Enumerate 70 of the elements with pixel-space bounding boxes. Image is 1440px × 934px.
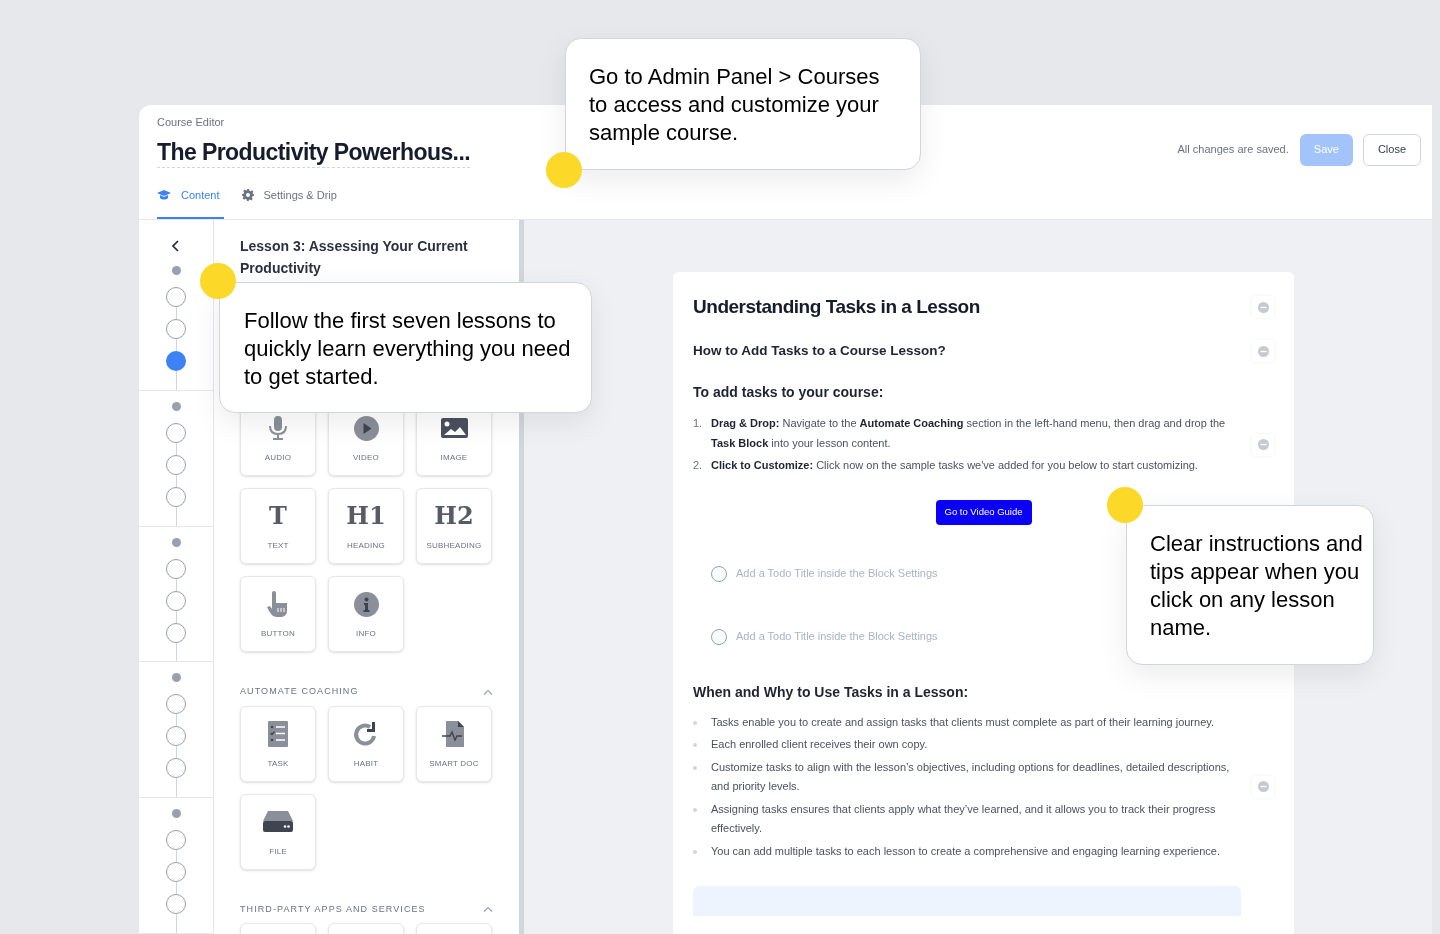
lesson-node[interactable] bbox=[166, 862, 186, 883]
settings-icon bbox=[241, 189, 254, 201]
save-status: All changes are saved. bbox=[1177, 142, 1289, 158]
video-guide-button[interactable]: Go to Video Guide bbox=[935, 499, 1032, 525]
callout-text: Follow the first seven lessons to quickly learn everything you need to get started. bbox=[244, 307, 572, 391]
block-tile[interactable]: H1 HEADING bbox=[328, 488, 404, 564]
section-heading: AUTOMATE COACHING bbox=[240, 685, 359, 698]
todo-checkbox[interactable] bbox=[711, 565, 727, 582]
checklist-icon bbox=[268, 720, 288, 747]
play-icon bbox=[353, 415, 379, 441]
microphone-icon bbox=[268, 416, 288, 440]
tab[interactable]: Content bbox=[157, 173, 224, 219]
circular-arrow-icon bbox=[353, 720, 379, 747]
block-tile[interactable]: H2 SUBHEADING bbox=[416, 488, 492, 564]
lesson-node[interactable] bbox=[166, 286, 186, 307]
todo-title: Add a Todo Title inside the Block Settings bbox=[736, 566, 938, 582]
info-icon bbox=[353, 591, 379, 617]
collapse-chevron-icon[interactable] bbox=[483, 906, 493, 913]
graduation-cap-icon bbox=[157, 190, 171, 200]
lesson-subheading: How to Add Tasks to a Course Lesson? bbox=[693, 341, 946, 360]
lesson-node[interactable] bbox=[166, 894, 186, 915]
lesson-node[interactable] bbox=[166, 318, 186, 339]
list-item-text: Click to Customize: Click now on the sample tasks we've added for you below to start customizing. bbox=[711, 458, 1198, 473]
list-item-text: Assigning tasks ensures that clients apply what they’ve learned, and it allows you to track their progress effectively. bbox=[711, 801, 1217, 836]
lesson-node[interactable] bbox=[166, 350, 186, 371]
lesson-node[interactable] bbox=[166, 726, 186, 747]
list-item-text: You can add multiple tasks to each lesson to create a comprehensive and engaging learning experience. bbox=[711, 843, 1220, 859]
lesson-node[interactable] bbox=[166, 694, 186, 715]
block-glyph-icon: H2 bbox=[434, 504, 474, 528]
callout-text: Clear instructions and tips appear when you click on any lesson name. bbox=[1150, 530, 1364, 642]
block-glyph-icon: H1 bbox=[346, 504, 386, 528]
list-item-text: Customize tasks to align with the lesson’s objectives, including options for deadlines, detailed descriptions, and priority levels. bbox=[711, 759, 1231, 794]
block-tile[interactable]: HABIT bbox=[328, 705, 404, 782]
section-heading: THIRD-PARTY APPS AND SERVICES bbox=[240, 902, 426, 916]
image-icon bbox=[440, 418, 468, 438]
collapse-chevron-icon[interactable] bbox=[483, 688, 493, 695]
lesson-node[interactable] bbox=[166, 590, 186, 611]
list-number: 1. bbox=[693, 416, 704, 431]
hard-drive-icon bbox=[263, 811, 293, 832]
lesson-node[interactable] bbox=[166, 758, 186, 779]
lesson-node[interactable] bbox=[166, 558, 186, 579]
tab[interactable]: Settings & Drip bbox=[237, 173, 341, 219]
callout-text: Go to Admin Panel > Courses to access and customize your sample course. bbox=[589, 63, 881, 147]
block-glyph-icon: T bbox=[269, 504, 287, 528]
pointing-hand-icon bbox=[267, 591, 289, 617]
list-number: 2. bbox=[693, 458, 704, 473]
block-tile[interactable]: INFO bbox=[328, 576, 404, 652]
close-button[interactable]: Close bbox=[1362, 133, 1421, 166]
section-heading: When and Why to Use Tasks in a Lesson: bbox=[693, 683, 969, 702]
todo-checkbox[interactable] bbox=[711, 628, 727, 645]
list-item-text: Each enrolled client receives their own copy. bbox=[711, 737, 928, 752]
back-chevron-icon[interactable] bbox=[172, 239, 180, 252]
list-item-text: Tasks enable you to create and assign tasks that clients must complete as part of their learning journey. bbox=[711, 714, 1214, 730]
course-title[interactable]: The Productivity Powerhous... bbox=[157, 136, 471, 168]
block-tile[interactable]: FILE bbox=[240, 793, 316, 870]
lesson-heading: Understanding Tasks in a Lesson bbox=[693, 294, 980, 319]
document-pulse-icon bbox=[442, 720, 466, 747]
section-heading: To add tasks to your course: bbox=[693, 382, 884, 402]
lesson-node[interactable] bbox=[166, 486, 186, 507]
lesson-node[interactable] bbox=[166, 622, 186, 643]
block-tile[interactable]: T TEXT bbox=[240, 488, 316, 564]
todo-title: Add a Todo Title inside the Block Settings bbox=[736, 629, 938, 645]
lesson-node[interactable] bbox=[166, 454, 186, 475]
lesson-node[interactable] bbox=[166, 422, 186, 443]
block-tile[interactable]: SMART DOC bbox=[416, 705, 492, 782]
block-tile[interactable]: TASK bbox=[240, 705, 316, 782]
breadcrumb: Course Editor bbox=[157, 115, 226, 130]
block-tile[interactable]: BUTTON bbox=[240, 576, 316, 652]
lesson-node[interactable] bbox=[166, 830, 186, 851]
list-item-text: Drag & Drop: Navigate to the Automate Coaching section in the left-hand menu, then drag and drop the Task Block into your lesson content. bbox=[711, 416, 1227, 451]
